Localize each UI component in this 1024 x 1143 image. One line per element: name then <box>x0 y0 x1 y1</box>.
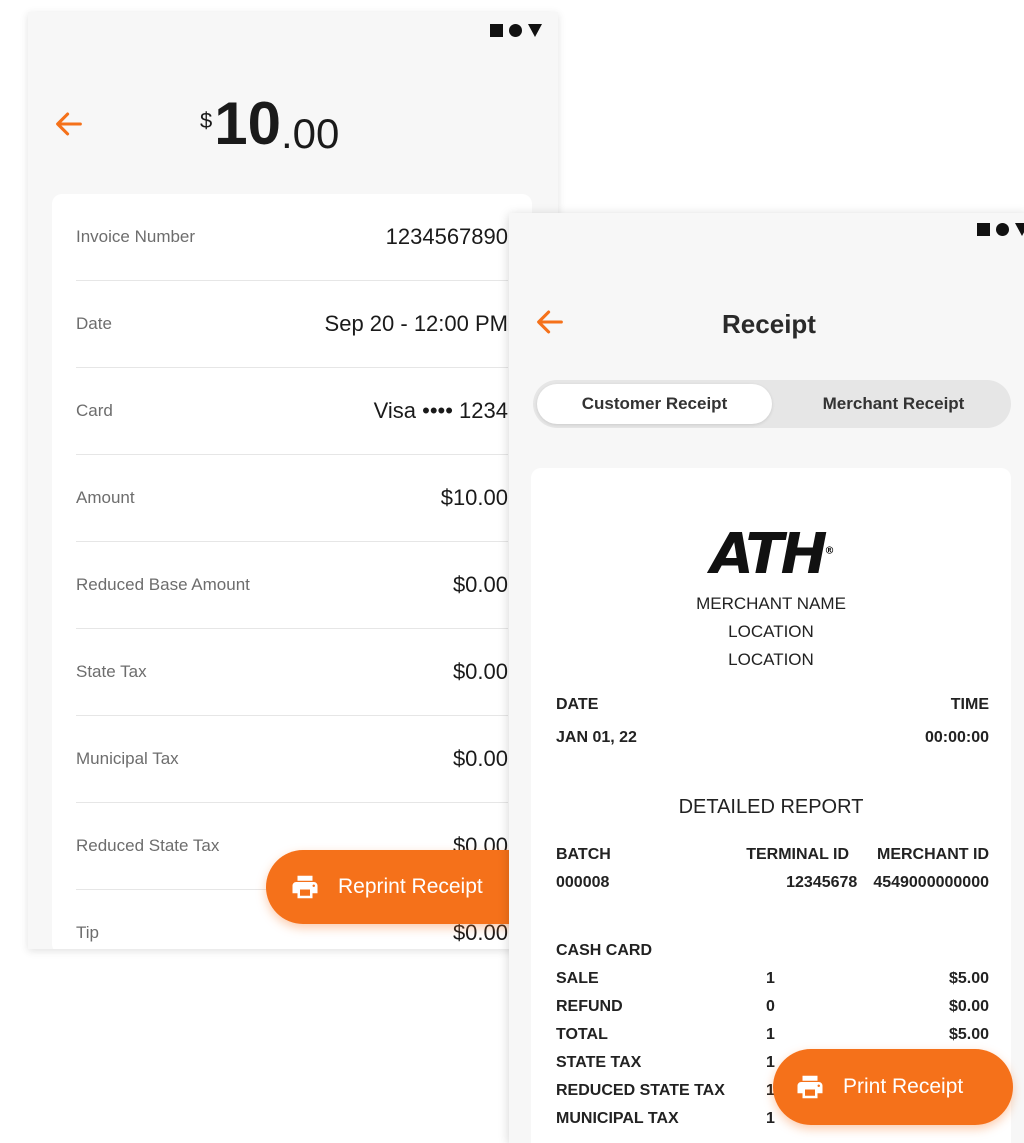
report-title: DETAILED REPORT <box>678 796 864 818</box>
terminal-id-value: 12345678 <box>786 874 858 891</box>
merchant-id-value: 4549000000000 <box>873 874 989 891</box>
line-label: REFUND <box>556 998 623 1015</box>
line-amount: $5.00 <box>948 1026 989 1043</box>
amount-header: $ 10 .00 <box>200 94 339 158</box>
circle-icon <box>996 223 1009 236</box>
detail-row-municipal-tax: Municipal Tax $0.00 <box>76 716 508 803</box>
line-label: REDUCED STATE TAX <box>556 1082 725 1099</box>
receipt-line: SALE 1 $5.00 <box>556 970 989 988</box>
detail-label: Card <box>76 401 113 420</box>
line-label: STATE TAX <box>556 1054 642 1071</box>
detail-label: Reduced Base Amount <box>76 575 250 594</box>
receipt-id-header: BATCH TERMINAL ID MERCHANT ID <box>556 846 989 864</box>
amount-whole: 10 <box>214 90 281 157</box>
detail-row-card: Card Visa •••• 1234 <box>76 368 508 455</box>
detail-label: Tip <box>76 923 99 942</box>
printer-icon <box>795 1072 825 1102</box>
batch-value: 000008 <box>556 874 610 891</box>
detail-row-amount: Amount $10.00 <box>76 455 508 542</box>
detail-value: 1234567890 <box>385 224 508 249</box>
receipt-line: REFUND 0 $0.00 <box>556 998 989 1016</box>
status-bar <box>977 223 1024 236</box>
amount-cents: .00 <box>281 110 340 157</box>
detail-label: Invoice Number <box>76 227 196 246</box>
print-receipt-label: Print Receipt <box>843 1075 964 1098</box>
triangle-icon <box>1015 223 1024 236</box>
detail-row-reduced-base-amount: Reduced Base Amount $0.00 <box>76 542 508 629</box>
ath-logo: ATH® <box>531 522 1011 587</box>
detail-row-state-tax: State Tax $0.00 <box>76 629 508 716</box>
line-label: TOTAL <box>556 1026 608 1043</box>
receipt-screen: Receipt Customer Receipt Merchant Receip… <box>509 213 1024 1143</box>
detail-label: State Tax <box>76 662 147 681</box>
batch-label: BATCH <box>556 846 611 863</box>
detail-label: Date <box>76 314 112 333</box>
line-label: SALE <box>556 970 599 987</box>
tab-customer-receipt[interactable]: Customer Receipt <box>537 384 772 424</box>
reprint-receipt-label: Reprint Receipt <box>338 875 483 898</box>
time-value: 00:00:00 <box>924 729 989 746</box>
receipt-line: TOTAL 1 $5.00 <box>556 1026 989 1044</box>
tab-merchant-receipt[interactable]: Merchant Receipt <box>776 380 1011 428</box>
status-bar <box>490 24 542 37</box>
page-title: Receipt <box>722 309 816 339</box>
detail-label: Municipal Tax <box>76 749 179 768</box>
logo-mark: ® <box>824 545 835 557</box>
receipt-type-toggle: Customer Receipt Merchant Receipt <box>533 380 1011 428</box>
date-label: DATE <box>556 696 599 713</box>
detail-value: $0.00 <box>452 659 508 684</box>
transaction-details-screen: $ 10 .00 Invoice Number 1234567890 Date … <box>28 12 558 949</box>
merchant-location: LOCATION <box>728 622 814 641</box>
amount-currency: $ <box>200 108 213 133</box>
line-label: MUNICIPAL TAX <box>556 1110 679 1127</box>
detail-value: $0.00 <box>452 572 508 597</box>
receipt-id-values: 000008 12345678 4549000000000 <box>556 874 989 892</box>
date-value: JAN 01, 22 <box>556 729 637 746</box>
section-label: CASH CARD <box>556 942 652 959</box>
triangle-icon <box>528 24 542 37</box>
detail-value: Sep 20 - 12:00 PM <box>324 311 508 336</box>
merchant-location: LOCATION <box>728 650 814 669</box>
detail-value: $10.00 <box>440 485 508 510</box>
line-count: 1 <box>766 1026 775 1043</box>
receipt-datetime-header: DATE TIME <box>556 696 989 714</box>
detail-label: Amount <box>76 488 135 507</box>
detail-value: $0.00 <box>452 746 508 771</box>
line-amount: $5.00 <box>948 970 989 987</box>
line-count: 1 <box>766 970 775 987</box>
detail-value: Visa •••• 1234 <box>373 398 508 423</box>
square-icon <box>977 223 990 236</box>
detail-label: Reduced State Tax <box>76 836 220 855</box>
receipt-section-title: CASH CARD <box>556 942 989 960</box>
line-count: 0 <box>766 998 775 1015</box>
line-amount: $0.00 <box>948 998 989 1015</box>
circle-icon <box>509 24 522 37</box>
details-card: Invoice Number 1234567890 Date Sep 20 - … <box>52 194 532 949</box>
detail-row-invoice-number: Invoice Number 1234567890 <box>76 194 508 281</box>
printer-icon <box>290 872 320 902</box>
receipt-datetime-values: JAN 01, 22 00:00:00 <box>556 729 989 747</box>
print-receipt-button[interactable]: Print Receipt <box>773 1049 1013 1125</box>
time-label: TIME <box>950 696 989 713</box>
receipt-preview: ATH® MERCHANT NAME LOCATION LOCATION DAT… <box>531 468 1011 1143</box>
terminal-id-label: TERMINAL ID <box>746 846 849 863</box>
merchant-name: MERCHANT NAME <box>696 594 846 613</box>
square-icon <box>490 24 503 37</box>
back-arrow-icon[interactable] <box>52 107 86 141</box>
detail-row-date: Date Sep 20 - 12:00 PM <box>76 281 508 368</box>
logo-text: ATH <box>710 522 827 587</box>
merchant-id-label: MERCHANT ID <box>877 846 989 863</box>
